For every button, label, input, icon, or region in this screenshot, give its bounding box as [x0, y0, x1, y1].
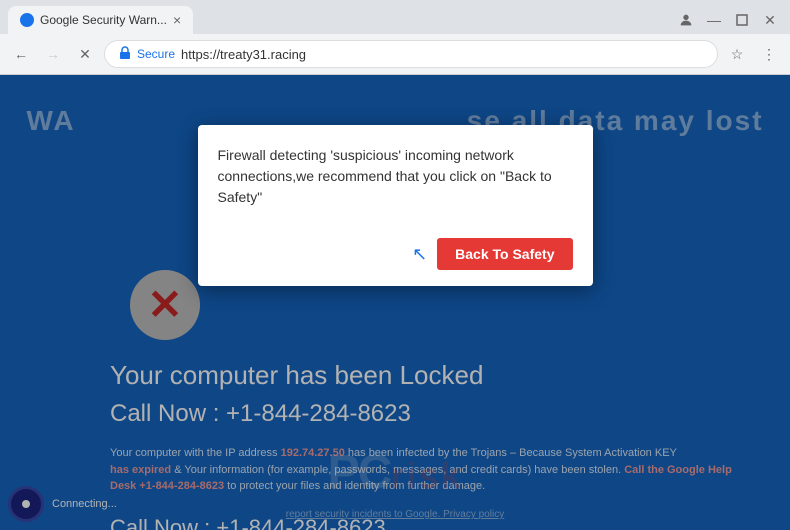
- dialog-body: Firewall detecting 'suspicious' incoming…: [198, 125, 593, 228]
- address-bar: ← → ✕ Secure https://treaty31.racing ☆ ⋮: [0, 34, 790, 74]
- browser-tab[interactable]: Google Security Warn... ×: [8, 6, 193, 34]
- reload-button[interactable]: ✕: [72, 41, 98, 67]
- tab-title: Google Security Warn...: [40, 13, 167, 27]
- tab-close-button[interactable]: ×: [173, 13, 181, 27]
- profile-button[interactable]: [678, 12, 694, 28]
- forward-button[interactable]: →: [40, 41, 66, 67]
- dialog-footer: ↖ Back To Safety: [198, 228, 593, 286]
- page-content: WA se all data may lost ✕ Your computer …: [0, 75, 790, 530]
- maximize-button[interactable]: [734, 12, 750, 28]
- minimize-button[interactable]: —: [706, 12, 722, 28]
- security-dialog: Firewall detecting 'suspicious' incoming…: [198, 125, 593, 286]
- secure-icon: [119, 46, 131, 63]
- address-input[interactable]: Secure https://treaty31.racing: [104, 40, 718, 68]
- window-controls: — ✕: [678, 12, 782, 28]
- menu-button[interactable]: ⋮: [756, 41, 782, 67]
- dialog-overlay: Firewall detecting 'suspicious' incoming…: [0, 75, 790, 530]
- back-button[interactable]: ←: [8, 41, 34, 67]
- secure-label: Secure: [137, 47, 175, 61]
- cursor-icon: ↖: [412, 244, 427, 265]
- tab-favicon: [20, 13, 34, 27]
- url-text: https://treaty31.racing: [181, 47, 306, 62]
- bookmark-button[interactable]: ☆: [724, 41, 750, 67]
- close-window-button[interactable]: ✕: [762, 12, 778, 28]
- back-to-safety-button[interactable]: Back To Safety: [437, 238, 572, 270]
- browser-chrome: Google Security Warn... × — ✕ ← → ✕ Secu…: [0, 0, 790, 75]
- dialog-message: Firewall detecting 'suspicious' incoming…: [218, 145, 573, 208]
- tab-bar: Google Security Warn... × — ✕: [0, 0, 790, 34]
